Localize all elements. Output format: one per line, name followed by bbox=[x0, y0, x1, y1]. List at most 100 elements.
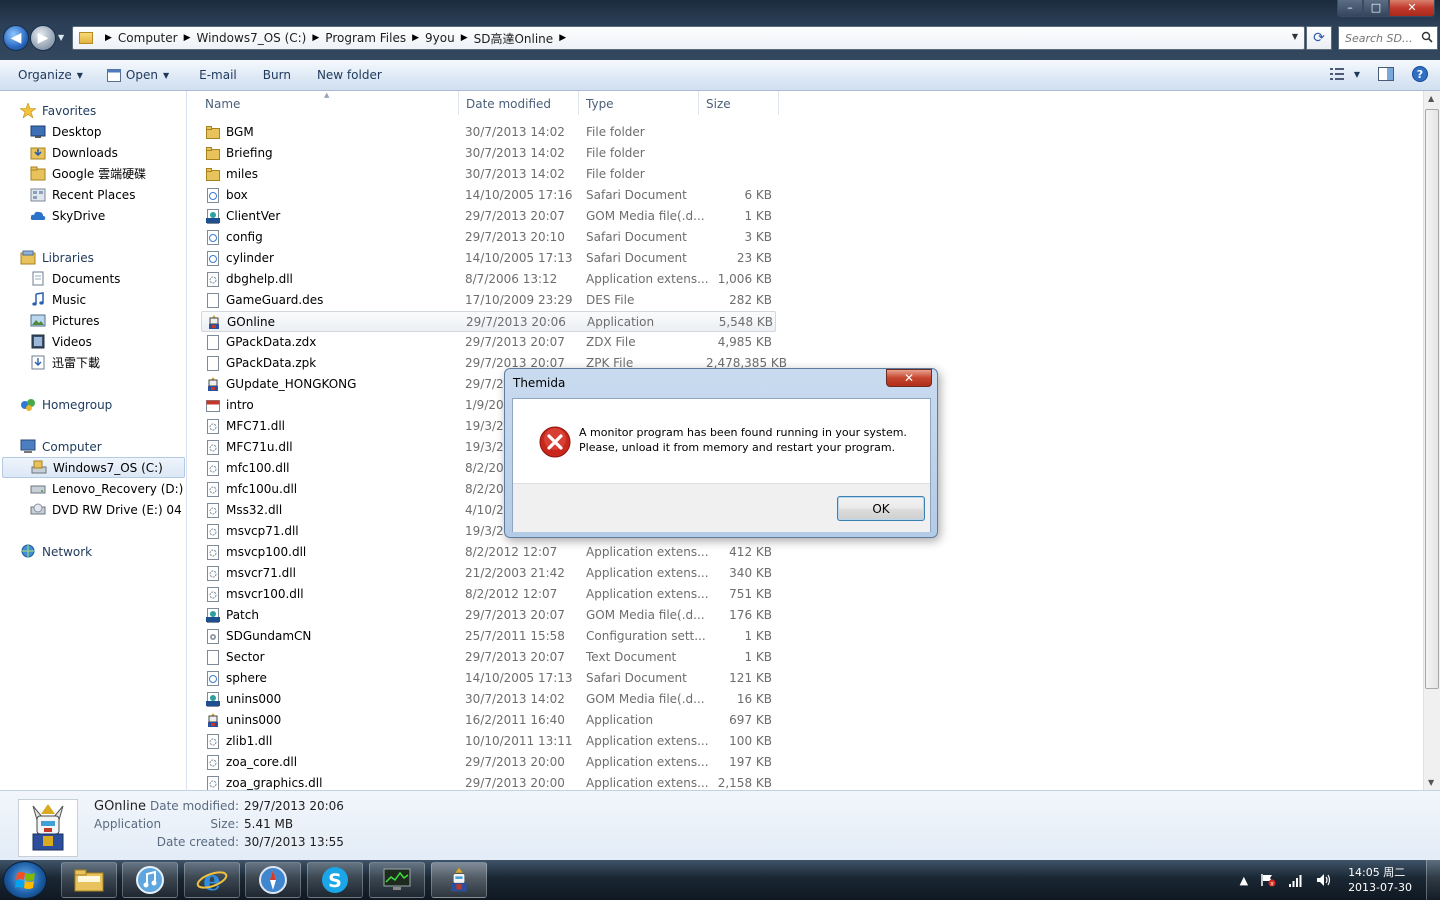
file-row[interactable]: msvcp100.dll 8/2/2012 12:07 Application ex… bbox=[201, 542, 776, 563]
taskbar-internet-explorer[interactable]: e bbox=[184, 862, 240, 898]
taskbar-safari[interactable] bbox=[245, 862, 301, 898]
search-icon[interactable] bbox=[1421, 31, 1433, 43]
column-name[interactable]: Name bbox=[205, 97, 240, 111]
chevron-right-icon[interactable]: ▶ bbox=[559, 33, 566, 43]
file-row[interactable]: sphere 14/10/2005 17:13 Safari Document 121… bbox=[201, 668, 776, 689]
new-folder-button[interactable]: New folder bbox=[308, 60, 391, 91]
column-divider[interactable] bbox=[698, 91, 699, 115]
file-row[interactable]: unins000 16/2/2011 16:40 Application 697 KB bbox=[201, 710, 776, 731]
nav-xunlei[interactable]: 迅雷下載 bbox=[30, 352, 186, 373]
file-row[interactable]: SDGundamCN 25/7/2011 15:58 Configuration s… bbox=[201, 626, 776, 647]
file-row[interactable]: GOnline 29/7/2013 20:06 Application 5,548 K… bbox=[201, 311, 776, 332]
nav-recent-places[interactable]: Recent Places bbox=[30, 184, 186, 205]
nav-skydrive[interactable]: SkyDrive bbox=[30, 205, 186, 226]
nav-computer[interactable]: Computer bbox=[20, 436, 186, 457]
change-view-button[interactable]: ▼ bbox=[1329, 68, 1360, 80]
nav-downloads[interactable]: Downloads bbox=[30, 142, 186, 163]
column-divider[interactable] bbox=[458, 91, 459, 115]
show-hidden-icons-arrow[interactable]: ▲ bbox=[1240, 874, 1248, 887]
close-button[interactable]: ✕ bbox=[1389, 0, 1435, 17]
network-signal-icon[interactable] bbox=[1288, 873, 1304, 887]
chevron-right-icon[interactable]: ▶ bbox=[105, 33, 112, 43]
file-row[interactable]: box 14/10/2005 17:16 Safari Document 6 KB bbox=[201, 185, 776, 206]
file-row[interactable]: Patch 29/7/2013 20:07 GOM Media file(.d...… bbox=[201, 605, 776, 626]
help-icon[interactable]: ? bbox=[1412, 66, 1428, 82]
file-row[interactable]: zoa_graphics.dll 29/7/2013 20:00 Applicati… bbox=[201, 773, 776, 790]
taskbar-itunes[interactable] bbox=[122, 862, 178, 898]
file-row[interactable]: GPackData.zdx 29/7/2013 20:07 ZDX File 4,98… bbox=[201, 332, 776, 353]
nav-c-drive[interactable]: Windows7_OS (C:) bbox=[2, 457, 185, 478]
scroll-down-arrow[interactable]: ▼ bbox=[1428, 778, 1434, 787]
start-button[interactable] bbox=[3, 861, 47, 899]
breadcrumb-computer[interactable]: Computer bbox=[118, 31, 178, 45]
breadcrumb-sd-online[interactable]: SD高達Online bbox=[474, 30, 554, 47]
nav-libraries[interactable]: Libraries bbox=[20, 247, 186, 268]
chevron-right-icon[interactable]: ▶ bbox=[412, 33, 419, 43]
nav-videos[interactable]: Videos bbox=[30, 331, 186, 352]
file-row[interactable]: msvcr71.dll 21/2/2003 21:42 Application ex… bbox=[201, 563, 776, 584]
nav-desktop[interactable]: Desktop bbox=[30, 121, 186, 142]
file-row[interactable]: zoa_core.dll 29/7/2013 20:00 Application e… bbox=[201, 752, 776, 773]
volume-icon[interactable] bbox=[1316, 873, 1332, 887]
organize-button[interactable]: Organize ▼ bbox=[9, 60, 92, 91]
nav-homegroup[interactable]: Homegroup bbox=[20, 394, 186, 415]
chevron-right-icon[interactable]: ▶ bbox=[184, 33, 191, 43]
action-center-flag-icon[interactable]: x bbox=[1260, 873, 1276, 887]
minimize-button[interactable]: – bbox=[1337, 0, 1363, 17]
show-desktop-button[interactable] bbox=[1426, 860, 1440, 900]
taskbar-task-manager[interactable] bbox=[369, 862, 425, 898]
scroll-up-arrow[interactable]: ▲ bbox=[1428, 94, 1434, 103]
open-button[interactable]: Open ▼ bbox=[98, 60, 178, 91]
refresh-button[interactable]: ⟳ bbox=[1306, 26, 1332, 50]
column-size[interactable]: Size bbox=[706, 97, 731, 111]
chevron-right-icon[interactable]: ▶ bbox=[312, 33, 319, 43]
clock[interactable]: 14:05 周二 2013-07-30 bbox=[1348, 865, 1412, 895]
column-divider[interactable] bbox=[778, 91, 779, 115]
vertical-scrollbar[interactable]: ▲ ▼ bbox=[1423, 91, 1440, 790]
file-row[interactable]: Briefing 30/7/2013 14:02 File folder bbox=[201, 143, 776, 164]
file-row[interactable]: Sector 29/7/2013 20:07 Text Document 1 KB bbox=[201, 647, 776, 668]
column-divider[interactable] bbox=[578, 91, 579, 115]
forward-button[interactable]: ▶ bbox=[30, 25, 56, 51]
file-row[interactable]: BGM 30/7/2013 14:02 File folder bbox=[201, 122, 776, 143]
search-input[interactable] bbox=[1345, 31, 1417, 45]
chevron-right-icon[interactable]: ▶ bbox=[461, 33, 468, 43]
address-bar[interactable]: ▶ Computer ▶ Windows7_OS (C:) ▶ Program … bbox=[72, 26, 1305, 50]
nav-favorites[interactable]: Favorites bbox=[20, 100, 186, 121]
breadcrumb-c-drive[interactable]: Windows7_OS (C:) bbox=[197, 31, 307, 45]
file-row[interactable]: zlib1.dll 10/10/2011 13:11 Application ext… bbox=[201, 731, 776, 752]
file-row[interactable]: config 29/7/2013 20:10 Safari Document 3 KB bbox=[201, 227, 776, 248]
file-row[interactable]: ClientVer 29/7/2013 20:07 GOM Media file(.… bbox=[201, 206, 776, 227]
file-row[interactable]: miles 30/7/2013 14:02 File folder bbox=[201, 164, 776, 185]
file-row[interactable]: GameGuard.des 17/10/2009 23:29 DES File 282… bbox=[201, 290, 776, 311]
back-button[interactable]: ◀ bbox=[3, 25, 29, 51]
address-dropdown[interactable]: ▼ bbox=[1292, 32, 1298, 41]
file-row[interactable]: dbghelp.dll 8/7/2006 13:12 Application ext… bbox=[201, 269, 776, 290]
breadcrumb-program-files[interactable]: Program Files bbox=[325, 31, 406, 45]
nav-pictures[interactable]: Pictures bbox=[30, 310, 186, 331]
taskbar-explorer[interactable] bbox=[61, 862, 117, 898]
email-button[interactable]: E-mail bbox=[190, 60, 246, 91]
file-row[interactable]: unins000 30/7/2013 14:02 GOM Media file(.d… bbox=[201, 689, 776, 710]
column-date-modified[interactable]: Date modified bbox=[466, 97, 551, 111]
nav-e-drive[interactable]: DVD RW Drive (E:) 04 16 20 bbox=[30, 499, 186, 520]
nav-network[interactable]: Network bbox=[20, 541, 186, 562]
nav-documents[interactable]: Documents bbox=[30, 268, 186, 289]
file-row[interactable]: cylinder 14/10/2005 17:13 Safari Document 2… bbox=[201, 248, 776, 269]
column-type[interactable]: Type bbox=[586, 97, 614, 111]
nav-d-drive[interactable]: Lenovo_Recovery (D:) bbox=[30, 478, 186, 499]
taskbar-skype[interactable]: S bbox=[307, 862, 363, 898]
burn-button[interactable]: Burn bbox=[254, 60, 300, 91]
maximize-button[interactable]: □ bbox=[1363, 0, 1389, 17]
preview-pane-icon[interactable] bbox=[1378, 67, 1394, 81]
taskbar-gonline[interactable] bbox=[431, 862, 487, 898]
breadcrumb-9you[interactable]: 9you bbox=[425, 31, 455, 45]
file-row[interactable]: msvcr100.dll 8/2/2012 12:07 Application ex… bbox=[201, 584, 776, 605]
nav-music[interactable]: Music bbox=[30, 289, 186, 310]
recent-pages-dropdown[interactable]: ▼ bbox=[58, 33, 64, 42]
dialog-close-button[interactable]: ✕ bbox=[886, 369, 932, 387]
ok-button[interactable]: OK bbox=[837, 496, 925, 521]
scrollbar-thumb[interactable] bbox=[1425, 109, 1439, 689]
search-box[interactable] bbox=[1338, 26, 1438, 50]
nav-google-drive[interactable]: Google 雲端硬碟 bbox=[30, 163, 186, 184]
